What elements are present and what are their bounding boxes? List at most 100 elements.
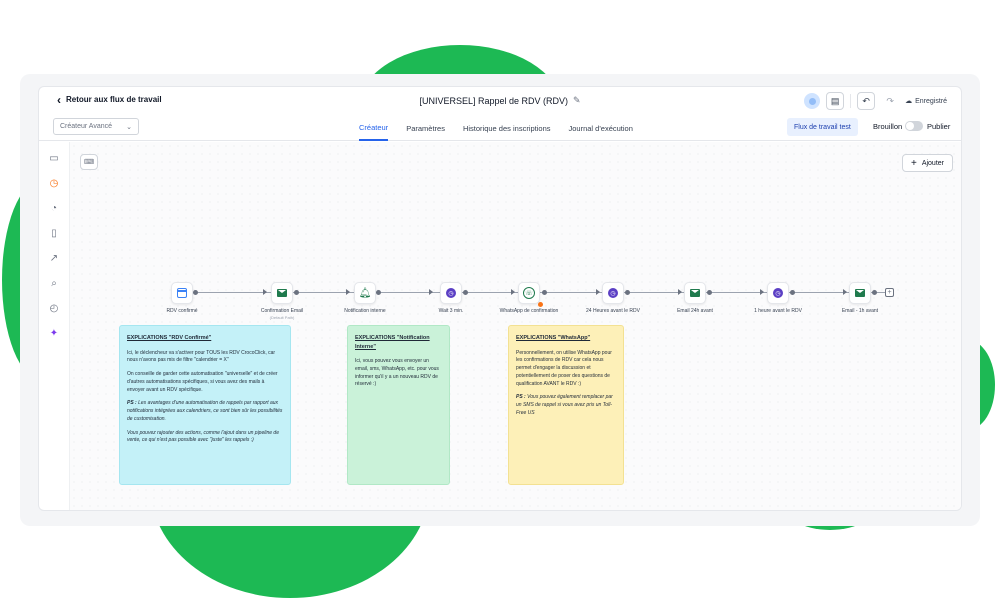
connector-dot [376,290,381,295]
clock-icon: ◷ [773,288,783,298]
external-link-icon[interactable]: ↗ [48,252,60,264]
node-notification-interne[interactable]: 🔔︎ [354,282,376,304]
workflow-canvas[interactable]: ⌨ + Ajouter RDV confirmé Confirmation Em… [69,142,961,510]
connector-dot [463,290,468,295]
whatsapp-icon: ☏ [523,287,535,299]
sparkle-icon[interactable]: ✦ [48,327,60,339]
node-label: 1 heure avant le RDV [754,308,802,314]
connector-arrow [511,289,515,295]
chat-icon[interactable]: ▭ [48,152,60,164]
note-title: EXPLICATIONS "WhatsApp" [516,335,591,341]
node-wait[interactable]: ◷ [440,282,462,304]
clock-icon: ◷ [608,288,618,298]
edit-pencil-icon[interactable]: ✎ [573,95,581,106]
node-label: Wait 3 min. [438,308,464,314]
chevron-down-icon: ⌄ [126,123,132,131]
note-text: On conseille de garder cette automatisat… [127,371,278,393]
builder-select[interactable]: Créateur Avancé ⌄ [53,118,139,135]
alert-icon[interactable]: ◷ [48,177,60,189]
note-rdv-confirme[interactable]: EXPLICATIONS "RDV Confirmé" Ici, le décl… [119,325,291,485]
node-label: 24 Heures avant le RDV [586,308,640,314]
avatar[interactable] [804,93,821,109]
draft-label: Brouillon [873,122,903,131]
node-label: Email 24h avant [677,308,713,314]
workflow-title: [UNIVERSEL] Rappel de RDV (RDV) ✎ [419,95,580,106]
node-label: Email - 1h avant [841,308,879,314]
node-email-1h[interactable] [849,282,871,304]
connector-arrow [429,289,433,295]
clock-icon: ◷ [446,288,456,298]
email-icon [277,289,287,297]
workflow-title-text: [UNIVERSEL] Rappel de RDV (RDV) [419,95,569,106]
add-button-label: Ajouter [921,159,944,167]
chart-icon[interactable]: ◔ [48,202,60,214]
back-label: Retour aux flux de travail [66,95,162,104]
note-ps-text: Vous pouvez également remplacer par un S… [516,394,613,416]
connector-arrow [596,289,600,295]
connector-arrow [263,289,267,295]
document-icon[interactable]: ▯ [48,227,60,239]
divider [850,94,852,108]
connector-arrow [346,289,350,295]
app-window: ‹ Retour aux flux de travail [UNIVERSEL]… [38,86,962,511]
add-button[interactable]: + Ajouter [901,154,953,172]
connector-dot [872,290,877,295]
top-actions: ▤ ↶ ↷ ☁ Enregistré [804,92,947,110]
note-title: EXPLICATIONS "RDV Confirmé" [127,335,212,341]
note-title: EXPLICATIONS "Notification Interne" [355,335,430,350]
tab-historique[interactable]: Historique des inscriptions [463,115,551,141]
node-label: WhatsApp de confirmation [499,308,559,314]
connector-arrow [843,289,847,295]
test-workflow-button[interactable]: Flux de travail test [787,118,858,136]
redo-icon[interactable]: ↷ [881,92,900,110]
note-text: PS : Les avantages d'une automatisation … [127,400,283,423]
back-to-workflows-link[interactable]: ‹ Retour aux flux de travail [57,94,162,106]
node-rdv-confirme[interactable] [171,282,193,304]
email-icon [690,289,700,297]
saved-status: ☁ Enregistré [905,97,947,106]
top-bar: ‹ Retour aux flux de travail [UNIVERSEL]… [39,87,961,115]
node-1h-avant[interactable]: ◷ [767,282,789,304]
note-ps: PS : [516,394,526,401]
builder-select-value: Créateur Avancé [60,123,113,130]
tab-bar: Créateur Paramètres Historique des inscr… [359,115,633,141]
note-text: PS : Vous pouvez également remplacer par… [516,394,616,417]
connector-arrow [760,289,764,295]
undo-icon[interactable]: ↶ [857,92,876,110]
node-confirmation-email[interactable] [271,282,293,304]
note-text: Personnellement, on utilise WhatsApp pou… [516,349,612,387]
note-text: Vous pouvez rajouter des actions, comme … [127,429,279,444]
error-indicator [538,302,543,307]
history-icon[interactable]: ◴ [48,302,60,314]
node-24h-avant[interactable]: ◷ [602,282,624,304]
tab-parametres[interactable]: Paramètres [406,115,445,141]
add-step-icon[interactable]: + [885,288,894,297]
node-label: RDV confirmé [166,308,198,314]
node-email-24h[interactable] [684,282,706,304]
connector-dot [294,290,299,295]
node-label-text: Confirmation Email [260,308,304,314]
search-icon[interactable]: ⌕ [48,277,60,289]
note-whatsapp[interactable]: EXPLICATIONS "WhatsApp" Personnellement,… [508,325,624,485]
clipboard-icon[interactable]: ▤ [826,92,845,110]
node-sublabel: (Default Path) [269,314,295,320]
cloud-icon: ☁ [905,98,913,105]
publish-label: Publier [927,122,951,131]
node-whatsapp[interactable]: ☏ [518,282,540,304]
sidebar: ▭ ◷ ◔ ▯ ↗ ⌕ ◴ ✦ [39,142,69,510]
tab-journal[interactable]: Journal d'exécution [569,115,633,141]
connector-dot [625,290,630,295]
plus-icon: + [910,157,917,169]
keyboard-icon[interactable]: ⌨ [80,154,98,170]
connector-dot [542,290,547,295]
publish-toggle[interactable] [905,121,923,131]
connector-dot [707,290,712,295]
connector-arrow [678,289,682,295]
calendar-icon [177,288,187,298]
note-ps: PS : [127,400,137,407]
node-label: Confirmation Email (Default Path) [242,308,322,320]
note-notification[interactable]: EXPLICATIONS "Notification Interne" Ici,… [347,325,450,485]
note-ps-text: Les avantages d'une automatisation de ra… [127,400,283,422]
tab-createur[interactable]: Créateur [359,115,389,141]
sub-bar: Créateur Avancé ⌄ Créateur Paramètres Hi… [39,115,961,141]
